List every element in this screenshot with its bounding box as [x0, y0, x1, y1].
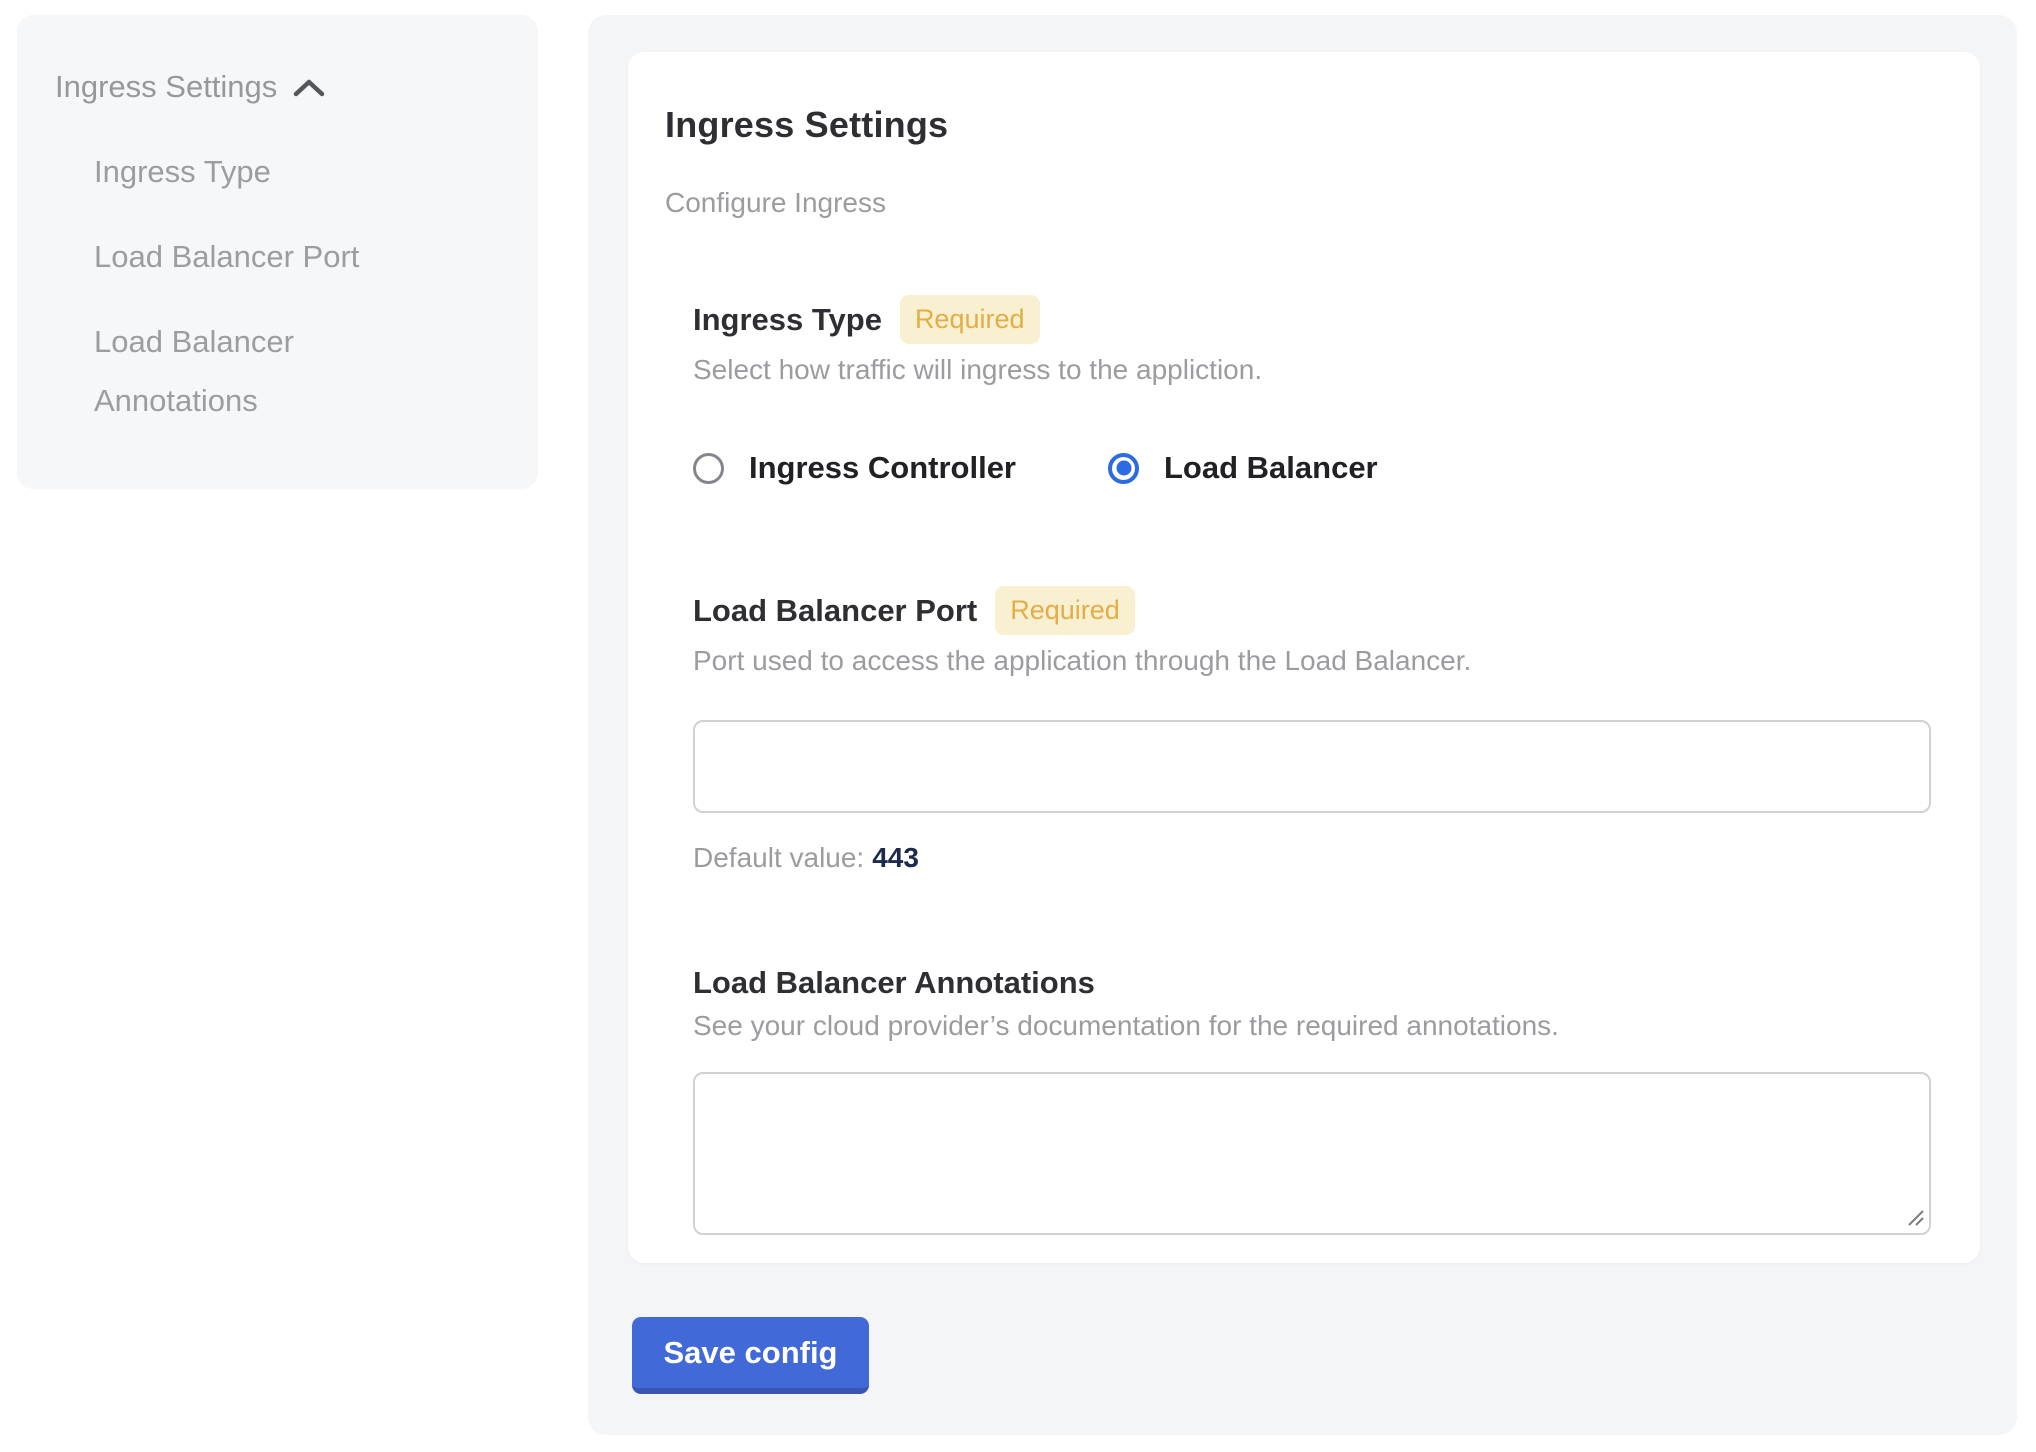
default-value-line: Default value: 443 [693, 843, 1920, 873]
required-badge: Required [995, 586, 1135, 635]
ingress-type-description: Select how traffic will ingress to the a… [693, 354, 1920, 386]
ingress-type-field: Ingress Type Required Select how traffic… [693, 295, 1920, 486]
default-value-label: Default value: [693, 842, 864, 873]
annotations-textarea-wrap [693, 1072, 1931, 1235]
load-balancer-annotations-field: Load Balancer Annotations See your cloud… [693, 966, 1920, 1235]
sidebar-section-header[interactable]: Ingress Settings [55, 70, 325, 104]
load-balancer-annotations-label: Load Balancer Annotations [693, 966, 1095, 1000]
settings-nav-sidebar: Ingress Settings Ingress Type Load Balan… [17, 15, 538, 489]
ingress-type-label: Ingress Type [693, 303, 882, 337]
sidebar-item-ingress-type[interactable]: Ingress Type [94, 142, 404, 201]
sidebar-section-label: Ingress Settings [55, 70, 277, 104]
radio-option-load-balancer[interactable]: Load Balancer [1108, 450, 1378, 486]
load-balancer-port-field: Load Balancer Port Required Port used to… [693, 586, 1920, 873]
radio-selected-icon [1108, 453, 1139, 484]
ingress-type-radio-group: Ingress Controller Load Balancer [693, 450, 1920, 486]
load-balancer-port-label: Load Balancer Port [693, 594, 977, 628]
sidebar-item-load-balancer-annotations[interactable]: Load Balancer Annotations [94, 312, 404, 430]
load-balancer-annotations-description: See your cloud provider’s documentation … [693, 1010, 1920, 1042]
sidebar-item-load-balancer-port[interactable]: Load Balancer Port [94, 227, 404, 286]
ingress-settings-card: Ingress Settings Configure Ingress Ingre… [628, 52, 1980, 1263]
radio-unselected-icon [693, 453, 724, 484]
load-balancer-port-input[interactable] [693, 720, 1931, 813]
load-balancer-annotations-textarea[interactable] [693, 1072, 1931, 1235]
card-fields: Ingress Type Required Select how traffic… [693, 295, 1920, 1235]
radio-option-label: Ingress Controller [749, 450, 1016, 486]
default-value: 443 [872, 842, 919, 873]
card-subtitle: Configure Ingress [665, 188, 1920, 218]
required-badge: Required [900, 295, 1040, 344]
load-balancer-port-description: Port used to access the application thro… [693, 645, 1920, 677]
radio-option-label: Load Balancer [1164, 450, 1378, 486]
settings-panel: Ingress Settings Configure Ingress Ingre… [588, 15, 2017, 1435]
card-title: Ingress Settings [665, 106, 1920, 144]
sidebar-items: Ingress Type Load Balancer Port Load Bal… [94, 142, 404, 430]
save-config-button[interactable]: Save config [632, 1317, 869, 1394]
radio-option-ingress-controller[interactable]: Ingress Controller [693, 450, 1016, 486]
chevron-up-icon [293, 78, 325, 98]
